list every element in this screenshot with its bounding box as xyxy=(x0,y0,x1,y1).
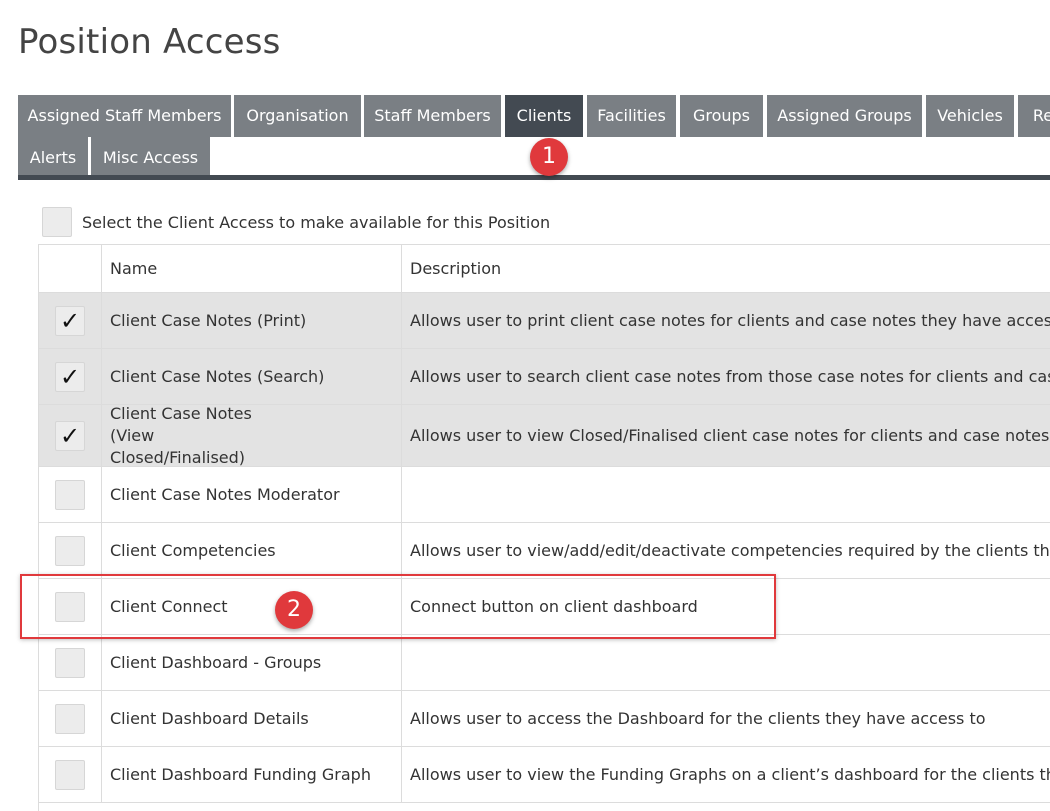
row-checkbox[interactable] xyxy=(55,703,85,734)
row-checkbox[interactable]: ✓ xyxy=(55,420,85,451)
row-check-cell xyxy=(39,747,102,802)
row-check-cell xyxy=(39,635,102,690)
row-check-cell xyxy=(39,691,102,746)
header-name: Name xyxy=(102,245,402,292)
row-checkbox[interactable] xyxy=(55,759,85,790)
row-name: Client Competencies xyxy=(102,523,402,578)
row-checkbox[interactable] xyxy=(55,479,85,510)
row-name: Client Case Notes (Search) xyxy=(102,349,402,404)
row-name: Client Dashboard - Groups xyxy=(102,635,402,690)
row-check-cell: ✓ xyxy=(39,349,102,404)
row-check-cell xyxy=(39,467,102,522)
row-name: Client Case Notes Moderator xyxy=(102,467,402,522)
tab-alerts[interactable]: Alerts xyxy=(18,137,88,175)
tab-staff-members[interactable]: Staff Members xyxy=(364,95,501,137)
row-checkbox[interactable]: ✓ xyxy=(55,361,85,392)
header-check-column xyxy=(39,245,102,292)
row-name: Client Case Notes (Print) xyxy=(102,293,402,348)
row-check-cell: ✓ xyxy=(39,293,102,348)
tab-groups[interactable]: Groups xyxy=(680,95,763,137)
row-description: Allows user to access the Dashboard for … xyxy=(410,708,986,728)
select-all-label: Select the Client Access to make availab… xyxy=(82,212,551,232)
checkmark-icon: ✓ xyxy=(59,362,81,391)
row-name: Client Case Notes (View Closed/Finalised… xyxy=(102,404,402,467)
callout-one: 1 xyxy=(530,138,568,176)
tab-re[interactable]: Re xyxy=(1018,95,1050,137)
header-description: Description xyxy=(410,258,502,278)
client-connect-highlight xyxy=(20,574,776,639)
row-name: Client Dashboard Funding Graph xyxy=(102,747,402,802)
tab-assigned-staff-members[interactable]: Assigned Staff Members xyxy=(18,95,231,137)
row-name: Client Dashboard Details xyxy=(102,691,402,746)
table-row[interactable]: ✓ Client Case Notes (View Closed/Finalise… xyxy=(39,404,1050,467)
table-row[interactable]: Client Dashboard Funding Graph Allows use… xyxy=(39,747,1050,803)
row-description: Allows user to view Closed/Finalised cli… xyxy=(410,425,1050,445)
tab-assigned-groups[interactable]: Assigned Groups xyxy=(767,95,922,137)
page-title: Position Access xyxy=(18,22,281,62)
row-description: Allows user to view/add/edit/deactivate … xyxy=(410,540,1050,560)
row-description xyxy=(402,635,1050,690)
row-description: Allows user to search client case notes … xyxy=(410,366,1050,386)
row-checkbox[interactable] xyxy=(55,535,85,566)
row-description xyxy=(402,467,1050,522)
tab-vehicles[interactable]: Vehicles xyxy=(926,95,1014,137)
tab-misc-access[interactable]: Misc Access xyxy=(91,137,210,175)
select-all-checkbox[interactable] xyxy=(42,207,72,237)
table-row[interactable]: ✓ Client Case Notes (Search) Allows user t… xyxy=(39,349,1050,405)
table-row[interactable]: Client Case Notes Moderator xyxy=(39,467,1050,523)
select-all-row: Select the Client Access to make availab… xyxy=(42,207,550,237)
row-checkbox[interactable]: ✓ xyxy=(55,305,85,336)
row-description: Allows user to view the Funding Graphs o… xyxy=(410,764,1050,784)
checkmark-icon: ✓ xyxy=(59,421,81,450)
table-row[interactable]: Client Competencies Allows user to view/a… xyxy=(39,523,1050,579)
row-check-cell: ✓ xyxy=(39,405,102,466)
callout-two: 2 xyxy=(275,591,313,629)
tab-facilities[interactable]: Facilities xyxy=(587,95,676,137)
table-row[interactable]: ✓ Client Case Notes (Print) Allows user to… xyxy=(39,293,1050,349)
row-description: Allows user to print client case notes f… xyxy=(410,310,1050,330)
table-header: Name Description xyxy=(39,245,1050,293)
row-checkbox[interactable] xyxy=(55,647,85,678)
tab-clients[interactable]: Clients xyxy=(505,95,583,137)
checkmark-icon: ✓ xyxy=(59,306,81,335)
table-row[interactable]: Client Dashboard - Groups xyxy=(39,635,1050,691)
table-row[interactable]: Client Dashboard Details Allows user to a… xyxy=(39,691,1050,747)
row-check-cell xyxy=(39,523,102,578)
client-access-table: Name Description ✓ Client Case Notes (Pri… xyxy=(38,244,1050,811)
tab-organisation[interactable]: Organisation xyxy=(234,95,361,137)
